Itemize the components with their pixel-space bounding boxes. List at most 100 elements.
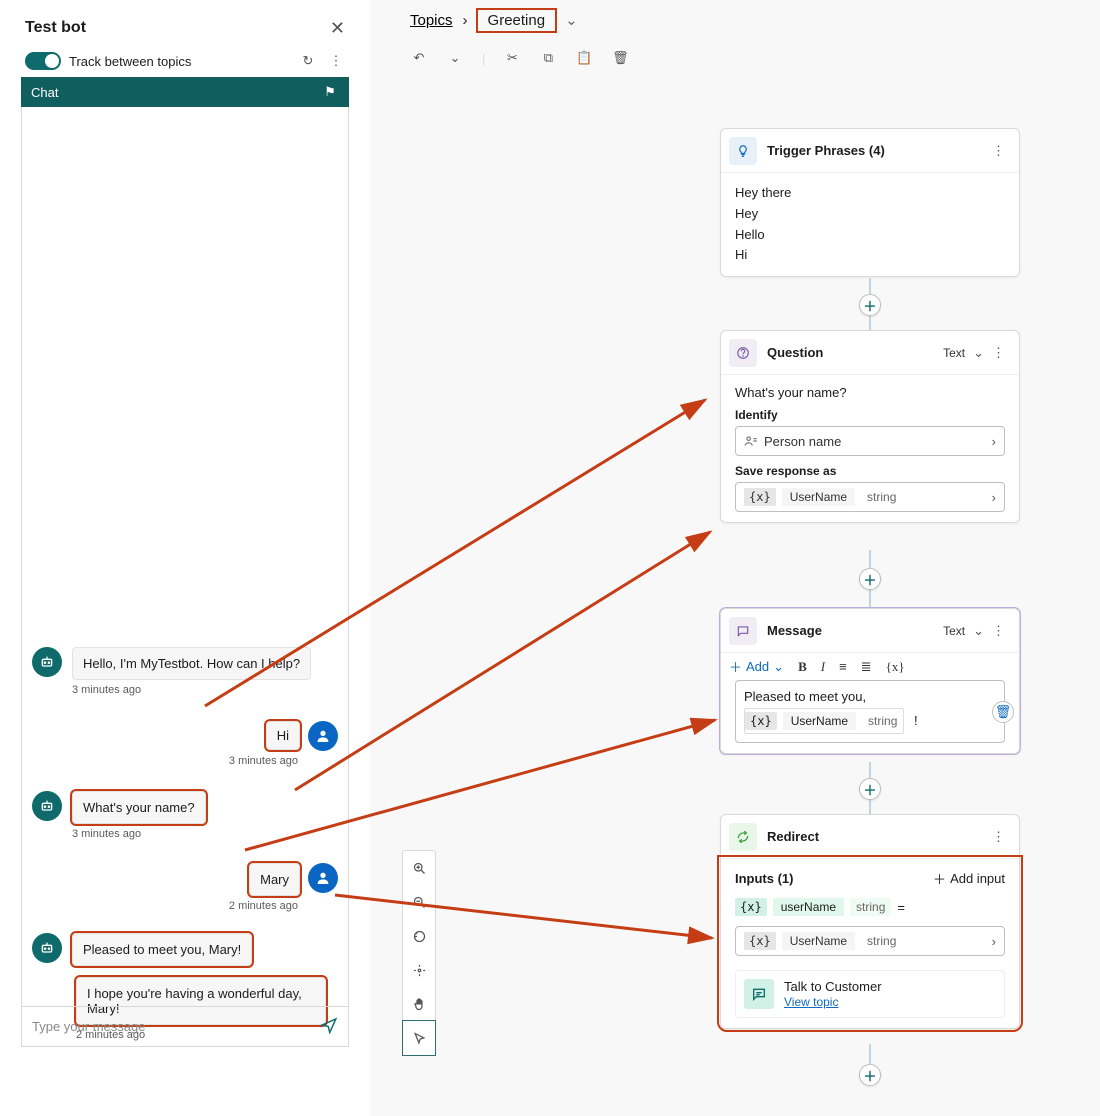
var-type: string (861, 488, 902, 506)
bot-avatar-icon (32, 933, 62, 963)
italic-icon[interactable]: I (821, 659, 825, 675)
zoom-in-icon[interactable] (403, 851, 435, 885)
identify-label: Identify (735, 408, 1005, 422)
card-title: Message (767, 623, 822, 638)
canvas-tools (402, 850, 436, 1056)
reset-zoom-icon[interactable] (403, 919, 435, 953)
breadcrumb-root[interactable]: Topics (410, 12, 453, 29)
chevron-right-icon: › (992, 434, 996, 449)
numbered-list-icon[interactable]: ≣ (861, 659, 872, 675)
card-header: Question Text ⌄ ⋮ (721, 331, 1019, 375)
value-var-name: UserName (782, 932, 855, 950)
more-icon[interactable]: ⋮ (992, 345, 1005, 361)
trigger-phrase: Hey there (735, 183, 1005, 204)
breadcrumb-current: Greeting (478, 10, 556, 31)
chevron-down-icon[interactable]: ⌄ (973, 345, 984, 361)
add-node-button[interactable]: ＋ (859, 778, 881, 800)
refresh-icon[interactable]: ↻ (299, 52, 317, 70)
bubble-text: Mary (249, 863, 300, 896)
var-type: string (862, 712, 903, 730)
input-var-type: string (850, 898, 891, 916)
identify-entity-select[interactable]: Person name › (735, 426, 1005, 456)
compose-input[interactable]: Type your message (22, 1006, 348, 1046)
var-name: UserName (783, 712, 856, 730)
add-node-button[interactable]: ＋ (859, 294, 881, 316)
more-icon[interactable]: ⋮ (992, 829, 1005, 845)
more-icon[interactable]: ⋮ (992, 143, 1005, 159)
chat-body: Hello, I'm MyTestbot. How can I help? 3 … (21, 107, 349, 1047)
target-topic-name: Talk to Customer (784, 979, 882, 994)
value-var-type: string (861, 932, 902, 950)
question-card[interactable]: Question Text ⌄ ⋮ What's your name? Iden… (720, 330, 1020, 523)
delete-icon[interactable]: 🗑 (992, 701, 1014, 723)
user-avatar-icon (308, 721, 338, 751)
zoom-out-icon[interactable] (403, 885, 435, 919)
topic-icon (744, 979, 774, 1009)
identify-value: Person name (764, 434, 841, 449)
lightbulb-icon (729, 137, 757, 165)
test-bot-panel: Test bot ✕ Track between topics ↻ ⋮ Chat… (20, 10, 350, 1090)
variable-icon[interactable]: {x} (886, 659, 905, 675)
redirect-icon (729, 823, 757, 851)
add-input-button[interactable]: ＋ Add input (933, 869, 1005, 888)
track-row: Track between topics ↻ ⋮ (21, 45, 349, 77)
add-button[interactable]: ＋ Add ⌄ (729, 657, 784, 676)
trigger-phrase: Hey (735, 204, 1005, 225)
input-var-name: userName (773, 898, 844, 916)
canvas-toolbar: ↶ ⌄ | ✂ ⧉ 📋 🗑 (370, 40, 1100, 76)
cut-icon[interactable]: ✂ (503, 49, 521, 67)
more-icon[interactable]: ⋮ (992, 623, 1005, 639)
trailing-text: ! (914, 713, 918, 728)
view-topic-link[interactable]: View topic (784, 995, 838, 1009)
paste-icon[interactable]: 📋 (575, 49, 593, 67)
redirect-body: Inputs (1) ＋ Add input {x} userName stri… (721, 859, 1019, 1028)
bold-icon[interactable]: B (798, 659, 807, 675)
message-icon (729, 617, 757, 645)
message-editor[interactable]: Pleased to meet you, {x} UserName string… (735, 680, 1005, 743)
timestamp: 3 minutes ago (72, 684, 311, 696)
trigger-phrase: Hello (735, 225, 1005, 246)
close-icon[interactable]: ✕ (330, 18, 345, 39)
bubble-text: Hello, I'm MyTestbot. How can I help? (72, 647, 311, 680)
breadcrumb: Topics › Greeting ⌄ (370, 0, 1100, 40)
card-kind: Text (943, 624, 965, 638)
chevron-down-icon[interactable]: ⌄ (446, 49, 464, 67)
card-header: Trigger Phrases (4) ⋮ (721, 129, 1019, 173)
select-icon[interactable] (403, 1021, 435, 1055)
input-value-select[interactable]: {x} UserName string › (735, 926, 1005, 956)
copy-icon[interactable]: ⧉ (539, 49, 557, 67)
add-node-button[interactable]: ＋ (859, 1064, 881, 1086)
message-card[interactable]: Message Text ⌄ ⋮ ＋ Add ⌄ B I ≡ ≣ {x} Ple… (720, 608, 1020, 754)
authoring-canvas: Topics › Greeting ⌄ ↶ ⌄ | ✂ ⧉ 📋 🗑 Trigge… (370, 0, 1100, 1116)
chevron-right-icon: › (992, 934, 996, 949)
timestamp: 3 minutes ago (229, 755, 298, 767)
card-title: Trigger Phrases (4) (767, 143, 885, 158)
trigger-card[interactable]: Trigger Phrases (4) ⋮ Hey there Hey Hell… (720, 128, 1020, 277)
hand-icon[interactable] (403, 987, 435, 1021)
fit-icon[interactable] (403, 953, 435, 987)
chat-tab[interactable]: Chat ⚑ (21, 77, 349, 107)
test-bot-header: Test bot ✕ (21, 11, 349, 45)
chevron-right-icon: › (992, 490, 996, 505)
user-message: Mary 2 minutes ago (229, 863, 338, 912)
inputs-label: Inputs (1) (735, 871, 794, 886)
add-node-button[interactable]: ＋ (859, 568, 881, 590)
save-as-variable[interactable]: {x} UserName string › (735, 482, 1005, 512)
undo-icon[interactable]: ↶ (410, 49, 428, 67)
delete-icon[interactable]: 🗑 (611, 49, 629, 67)
chevron-right-icon: › (463, 12, 468, 29)
bot-avatar-icon (32, 647, 62, 677)
track-toggle[interactable] (25, 52, 61, 70)
chevron-down-icon[interactable]: ⌄ (565, 11, 578, 29)
redirect-card[interactable]: Redirect ⋮ Inputs (1) ＋ Add input {x} us… (720, 814, 1020, 1029)
send-icon[interactable] (320, 1016, 338, 1037)
bubble-text: Pleased to meet you, Mary! (72, 933, 252, 966)
user-message: Hi 3 minutes ago (229, 721, 338, 767)
trigger-phrases-list: Hey there Hey Hello Hi (721, 173, 1019, 276)
bullet-list-icon[interactable]: ≡ (839, 659, 847, 674)
chevron-down-icon[interactable]: ⌄ (973, 623, 984, 639)
more-icon[interactable]: ⋮ (327, 52, 345, 70)
flag-icon[interactable]: ⚑ (321, 83, 339, 101)
question-prompt: What's your name? (735, 385, 1005, 400)
card-title: Question (767, 345, 823, 360)
